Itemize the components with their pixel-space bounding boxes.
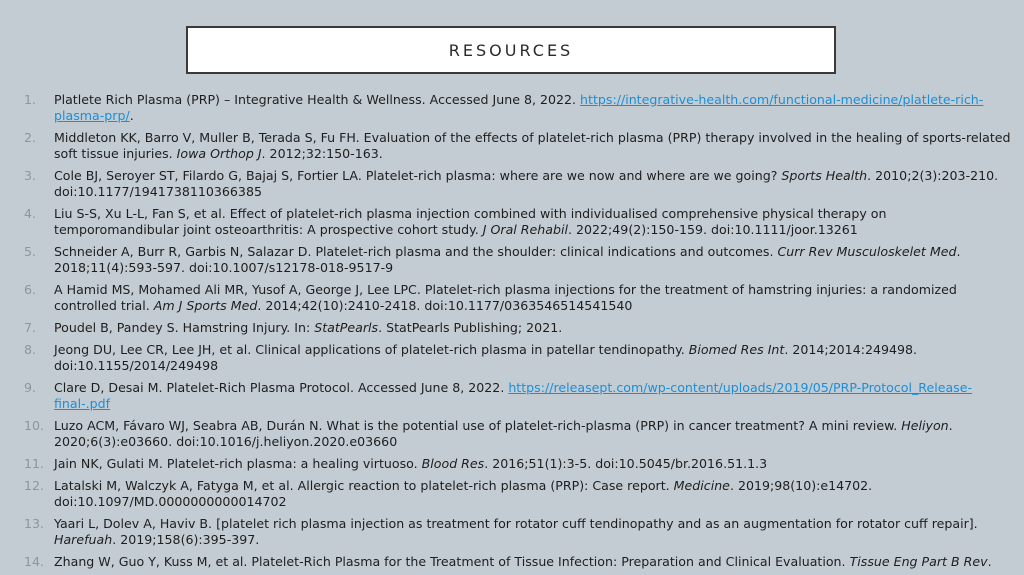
reference-number: 4. xyxy=(24,206,37,221)
citation-text: Schneider A, Burr R, Garbis N, Salazar D… xyxy=(54,244,778,259)
reference-item: 7. Poudel B, Pandey S. Hamstring Injury. … xyxy=(24,320,1014,336)
citation-text: . 2019;158(6):395-397. xyxy=(112,532,260,547)
reference-text: Jeong DU, Lee CR, Lee JH, et al. Clinica… xyxy=(54,342,1014,374)
journal-name: Heliyon xyxy=(901,418,949,433)
citation-text: . StatPearls Publishing; 2021. xyxy=(378,320,563,335)
reference-item: 4. Liu S-S, Xu L-L, Fan S, et al. Effect … xyxy=(24,206,1014,238)
journal-name: Curr Rev Musculoskelet Med xyxy=(777,244,957,259)
reference-number: 10. xyxy=(24,418,45,433)
reference-number: 6. xyxy=(24,282,37,297)
reference-text: Cole BJ, Seroyer ST, Filardo G, Bajaj S,… xyxy=(54,168,1014,200)
citation-text: Clare D, Desai M. Platelet-Rich Plasma P… xyxy=(54,380,509,395)
reference-item: 6. A Hamid MS, Mohamed Ali MR, Yusof A, G… xyxy=(24,282,1014,314)
reference-text: Liu S-S, Xu L-L, Fan S, et al. Effect of… xyxy=(54,206,1014,238)
journal-name: Biomed Res Int xyxy=(688,342,785,357)
citation-text: . xyxy=(987,554,992,569)
citation-text: . 2022;49(2):150-159. doi:10.1111/joor.1… xyxy=(568,222,858,237)
citation-text: . 2016;51(1):3-5. doi:10.5045/br.2016.51… xyxy=(484,456,768,471)
journal-name: Medicine xyxy=(673,478,730,493)
reference-text: Yaari L, Dolev A, Haviv B. [platelet ric… xyxy=(54,516,1014,548)
reference-item: 3. Cole BJ, Seroyer ST, Filardo G, Bajaj … xyxy=(24,168,1014,200)
reference-number: 1. xyxy=(24,92,37,107)
reference-text: Poudel B, Pandey S. Hamstring Injury. In… xyxy=(54,320,1014,336)
journal-name: Blood Res xyxy=(421,456,485,471)
citation-text: Yaari L, Dolev A, Haviv B. [platelet ric… xyxy=(54,516,978,531)
citation-text: . xyxy=(129,108,134,123)
journal-name: Tissue Eng Part B Rev xyxy=(849,554,988,569)
journal-name: Iowa Orthop J xyxy=(176,146,262,161)
reference-number: 2. xyxy=(24,130,37,145)
journal-name: J Oral Rehabil xyxy=(482,222,568,237)
reference-text: Platlete Rich Plasma (PRP) – Integrative… xyxy=(54,92,1014,124)
reference-text: A Hamid MS, Mohamed Ali MR, Yusof A, Geo… xyxy=(54,282,1014,314)
reference-text: Luzo ACM, Fávaro WJ, Seabra AB, Durán N.… xyxy=(54,418,1014,450)
reference-item: 11. Jain NK, Gulati M. Platelet-rich plas… xyxy=(24,456,1014,472)
reference-text: Schneider A, Burr R, Garbis N, Salazar D… xyxy=(54,244,1014,276)
reference-number: 8. xyxy=(24,342,37,357)
citation-text: Platlete Rich Plasma (PRP) – Integrative… xyxy=(54,92,581,107)
journal-name: Harefuah xyxy=(54,532,113,547)
reference-item: 10. Luzo ACM, Fávaro WJ, Seabra AB, Durán… xyxy=(24,418,1014,450)
reference-text: Jain NK, Gulati M. Platelet-rich plasma:… xyxy=(54,456,1014,472)
reference-text: Middleton KK, Barro V, Muller B, Terada … xyxy=(54,130,1014,162)
citation-text: . 2012;32:150-163. xyxy=(261,146,383,161)
citation-text: Jeong DU, Lee CR, Lee JH, et al. Clinica… xyxy=(54,342,689,357)
reference-number: 14. xyxy=(24,554,45,569)
reference-text: Zhang W, Guo Y, Kuss M, et al. Platelet-… xyxy=(54,554,1014,570)
citation-text: Cole BJ, Seroyer ST, Filardo G, Bajaj S,… xyxy=(54,168,782,183)
citation-text: Latalski M, Walczyk A, Fatyga M, et al. … xyxy=(54,478,674,493)
title-box: RESOURCES xyxy=(186,26,836,74)
reference-item: 13. Yaari L, Dolev A, Haviv B. [platelet … xyxy=(24,516,1014,548)
citation-text: Poudel B, Pandey S. Hamstring Injury. In… xyxy=(54,320,315,335)
slide-title: RESOURCES xyxy=(448,40,574,60)
citation-text: Luzo ACM, Fávaro WJ, Seabra AB, Durán N.… xyxy=(54,418,902,433)
reference-number: 5. xyxy=(24,244,37,259)
reference-item: 8. Jeong DU, Lee CR, Lee JH, et al. Clini… xyxy=(24,342,1014,374)
reference-list: 1. Platlete Rich Plasma (PRP) – Integrati… xyxy=(24,92,1014,575)
reference-text: Latalski M, Walczyk A, Fatyga M, et al. … xyxy=(54,478,1014,510)
citation-text: Jain NK, Gulati M. Platelet-rich plasma:… xyxy=(54,456,422,471)
reference-item: 14. Zhang W, Guo Y, Kuss M, et al. Platel… xyxy=(24,554,1014,570)
reference-number: 3. xyxy=(24,168,37,183)
reference-number: 7. xyxy=(24,320,37,335)
reference-number: 13. xyxy=(24,516,45,531)
reference-item: 2. Middleton KK, Barro V, Muller B, Terad… xyxy=(24,130,1014,162)
journal-name: StatPearls xyxy=(314,320,379,335)
reference-item: 9. Clare D, Desai M. Platelet-Rich Plasma… xyxy=(24,380,1014,412)
citation-text: Zhang W, Guo Y, Kuss M, et al. Platelet-… xyxy=(54,554,850,569)
reference-item: 1. Platlete Rich Plasma (PRP) – Integrati… xyxy=(24,92,1014,124)
journal-name: Sports Health xyxy=(781,168,868,183)
journal-name: Am J Sports Med xyxy=(153,298,258,313)
reference-text: Clare D, Desai M. Platelet-Rich Plasma P… xyxy=(54,380,1014,412)
reference-number: 12. xyxy=(24,478,45,493)
reference-number: 11. xyxy=(24,456,45,471)
reference-item: 12. Latalski M, Walczyk A, Fatyga M, et a… xyxy=(24,478,1014,510)
citation-text: . 2014;42(10):2410-2418. doi:10.1177/036… xyxy=(257,298,633,313)
reference-number: 9. xyxy=(24,380,37,395)
reference-item: 5. Schneider A, Burr R, Garbis N, Salazar… xyxy=(24,244,1014,276)
